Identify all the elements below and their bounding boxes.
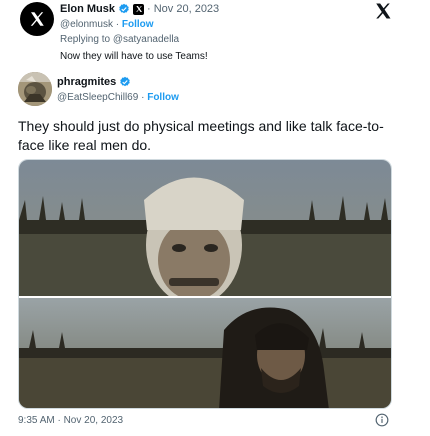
tweet-media[interactable] bbox=[18, 159, 392, 409]
author-handle[interactable]: @EatSleepChill69 bbox=[57, 92, 138, 103]
info-icon[interactable] bbox=[375, 413, 389, 427]
separator: · bbox=[115, 19, 120, 30]
quoted-handle-row: @elonmusk · Follow bbox=[60, 19, 154, 30]
handle-row: @EatSleepChill69 · Follow bbox=[57, 92, 179, 103]
tweet-text: They should just do physical meetings an… bbox=[18, 118, 384, 153]
quoted-tweet[interactable]: Elon Musk · Nov 20, 2023 @elonmusk · Fol… bbox=[18, 0, 398, 70]
movie-still-image bbox=[19, 160, 391, 408]
x-affiliate-icon bbox=[133, 3, 145, 15]
quoted-date[interactable]: · Nov 20, 2023 bbox=[147, 3, 219, 15]
verified-badge-icon bbox=[120, 76, 131, 87]
user-avatar[interactable] bbox=[18, 72, 52, 106]
quoted-author-row: Elon Musk · Nov 20, 2023 bbox=[60, 3, 219, 15]
replying-to: Replying to @satyanadella bbox=[60, 34, 179, 45]
tweet-card: Elon Musk · Nov 20, 2023 @elonmusk · Fol… bbox=[0, 0, 430, 436]
reply-prefix: Replying to bbox=[60, 34, 111, 45]
quoted-tweet-text: Now they will have to use Teams! bbox=[60, 51, 208, 62]
x-logo-icon[interactable] bbox=[374, 2, 392, 20]
follow-button[interactable]: Follow bbox=[122, 19, 154, 30]
author-name[interactable]: phragmites bbox=[57, 76, 116, 88]
quoted-handle[interactable]: @elonmusk bbox=[60, 19, 113, 30]
reply-mention[interactable]: @satyanadella bbox=[113, 34, 179, 45]
author-row: phragmites bbox=[57, 76, 131, 88]
follow-button[interactable]: Follow bbox=[147, 92, 179, 103]
tweet-timestamp[interactable]: 9:35 AM · Nov 20, 2023 bbox=[18, 415, 123, 426]
avatar-image bbox=[18, 72, 52, 106]
elon-musk-avatar[interactable] bbox=[20, 2, 54, 36]
verified-badge-icon bbox=[119, 3, 129, 14]
x-logo-icon bbox=[30, 12, 44, 26]
quoted-author-name[interactable]: Elon Musk bbox=[60, 3, 115, 15]
separator: · bbox=[141, 92, 145, 103]
